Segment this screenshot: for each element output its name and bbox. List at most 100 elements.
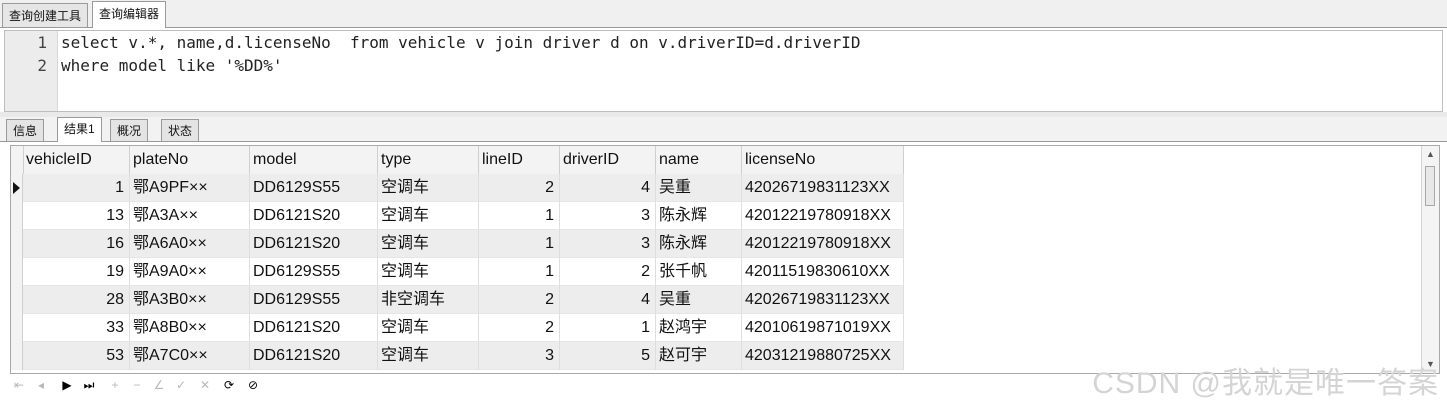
cell-name[interactable]: 陈永辉 (656, 230, 742, 258)
cell-type[interactable]: 空调车 (378, 202, 479, 230)
cell-name[interactable]: 陈永辉 (656, 202, 742, 230)
cell-name[interactable]: 张千帆 (656, 258, 742, 286)
cell-driverID[interactable]: 1 (560, 314, 656, 342)
cell-lineID[interactable]: 2 (479, 286, 560, 314)
cell-licenseNo[interactable]: 42011519830610XX (742, 258, 904, 286)
stop-icon[interactable]: ⊘ (244, 376, 262, 394)
cell-vehicleID[interactable]: 1 (23, 174, 130, 202)
sql-line[interactable]: select v.*, name,d.licenseNo from vehicl… (61, 33, 861, 52)
table-row[interactable]: 53 鄂A7C0×× DD6121S20 空调车 3 5 赵可宇 42031219880725… (11, 342, 904, 370)
cell-plateNo[interactable]: 鄂A8B0×× (130, 314, 250, 342)
table-row[interactable]: 19 鄂A9A0×× DD6129S55 空调车 1 2 张千帆 42011519830610… (11, 258, 904, 286)
table-row[interactable]: 33 鄂A8B0×× DD6121S20 空调车 2 1 赵鸿宇 42010619871019… (11, 314, 904, 342)
tab-query-editor[interactable]: 查询编辑器 (92, 1, 167, 28)
cell-licenseNo[interactable]: 42012219780918XX (742, 202, 904, 230)
cell-type[interactable]: 空调车 (378, 174, 479, 202)
cell-name[interactable]: 吴重 (656, 174, 742, 202)
tab-result-1[interactable]: 结果1 (57, 117, 102, 142)
cell-name[interactable]: 赵可宇 (656, 342, 742, 370)
sql-editor[interactable]: 1 2 select v.*, name,d.licenseNo from ve… (4, 30, 1443, 112)
cell-plateNo[interactable]: 鄂A7C0×× (130, 342, 250, 370)
row-indicator[interactable] (11, 174, 23, 202)
cell-licenseNo[interactable]: 42012219780918XX (742, 230, 904, 258)
cell-vehicleID[interactable]: 19 (23, 258, 130, 286)
delete-record-icon[interactable]: − (128, 376, 146, 394)
cell-driverID[interactable]: 4 (560, 286, 656, 314)
cell-driverID[interactable]: 2 (560, 258, 656, 286)
cell-vehicleID[interactable]: 53 (23, 342, 130, 370)
cell-type[interactable]: 空调车 (378, 258, 479, 286)
cell-driverID[interactable]: 3 (560, 202, 656, 230)
tab-profile[interactable]: 概况 (110, 119, 149, 141)
cell-vehicleID[interactable]: 28 (23, 286, 130, 314)
row-indicator[interactable] (11, 286, 23, 314)
refresh-icon[interactable]: ⟳ (220, 376, 238, 394)
cell-plateNo[interactable]: 鄂A6A0×× (130, 230, 250, 258)
cell-licenseNo[interactable]: 42026719831123XX (742, 286, 904, 314)
table-row[interactable]: 28 鄂A3B0×× DD6129S55 非空调车 2 4 吴重 42026719831123… (11, 286, 904, 314)
cell-model[interactable]: DD6121S20 (250, 314, 378, 342)
row-indicator[interactable] (11, 230, 23, 258)
column-header-model[interactable]: model (250, 146, 378, 174)
cell-type[interactable]: 空调车 (378, 342, 479, 370)
cell-licenseNo[interactable]: 42031219880725XX (742, 342, 904, 370)
cell-model[interactable]: DD6121S20 (250, 230, 378, 258)
cell-driverID[interactable]: 3 (560, 230, 656, 258)
cell-name[interactable]: 吴重 (656, 286, 742, 314)
scroll-up-icon[interactable]: ▲ (1422, 146, 1439, 163)
cell-driverID[interactable]: 4 (560, 174, 656, 202)
result-grid[interactable]: vehicleID plateNo model type lineID driverID n… (10, 145, 1440, 374)
next-record-icon[interactable]: ▶ (58, 376, 76, 394)
row-indicator[interactable] (11, 342, 23, 370)
cell-plateNo[interactable]: 鄂A9A0×× (130, 258, 250, 286)
cell-model[interactable]: DD6121S20 (250, 202, 378, 230)
edit-record-icon[interactable]: ∠ (150, 376, 168, 394)
cell-plateNo[interactable]: 鄂A3B0×× (130, 286, 250, 314)
cell-vehicleID[interactable]: 13 (23, 202, 130, 230)
cell-model[interactable]: DD6129S55 (250, 258, 378, 286)
column-header-plateNo[interactable]: plateNo (130, 146, 250, 174)
cell-type[interactable]: 非空调车 (378, 286, 479, 314)
row-indicator[interactable] (11, 202, 23, 230)
column-header-driverID[interactable]: driverID (560, 146, 656, 174)
column-header-lineID[interactable]: lineID (479, 146, 560, 174)
cell-model[interactable]: DD6129S55 (250, 174, 378, 202)
table-row[interactable]: 16 鄂A6A0×× DD6121S20 空调车 1 3 陈永辉 42012219780918… (11, 230, 904, 258)
cell-type[interactable]: 空调车 (378, 314, 479, 342)
column-header-type[interactable]: type (378, 146, 479, 174)
tab-info[interactable]: 信息 (6, 119, 45, 141)
cell-model[interactable]: DD6129S55 (250, 286, 378, 314)
row-indicator[interactable] (11, 314, 23, 342)
column-header-vehicleID[interactable]: vehicleID (23, 146, 130, 174)
last-record-icon[interactable]: ⏭ (80, 376, 98, 394)
cell-vehicleID[interactable]: 33 (23, 314, 130, 342)
cell-type[interactable]: 空调车 (378, 230, 479, 258)
table-row[interactable]: 13 鄂A3A×× DD6121S20 空调车 1 3 陈永辉 42012219780918X… (11, 202, 904, 230)
column-header-name[interactable]: name (656, 146, 742, 174)
row-indicator[interactable] (11, 258, 23, 286)
cancel-edit-icon[interactable]: ✕ (196, 376, 214, 394)
vertical-scrollbar[interactable]: ▲ ▼ (1421, 146, 1439, 373)
cell-lineID[interactable]: 2 (479, 314, 560, 342)
tab-status[interactable]: 状态 (161, 119, 200, 141)
cell-driverID[interactable]: 5 (560, 342, 656, 370)
prior-record-icon[interactable]: ◂ (32, 376, 50, 394)
cell-plateNo[interactable]: 鄂A9PF×× (130, 174, 250, 202)
first-record-icon[interactable]: ⇤ (10, 376, 28, 394)
cell-lineID[interactable]: 1 (479, 258, 560, 286)
cell-licenseNo[interactable]: 42010619871019XX (742, 314, 904, 342)
cell-vehicleID[interactable]: 16 (23, 230, 130, 258)
cell-plateNo[interactable]: 鄂A3A×× (130, 202, 250, 230)
cell-lineID[interactable]: 1 (479, 230, 560, 258)
table-row[interactable]: 1 鄂A9PF×× DD6129S55 空调车 2 4 吴重 42026719831123XX (11, 174, 904, 202)
insert-record-icon[interactable]: + (106, 376, 124, 394)
post-edit-icon[interactable]: ✓ (172, 376, 190, 394)
cell-licenseNo[interactable]: 42026719831123XX (742, 174, 904, 202)
cell-lineID[interactable]: 2 (479, 174, 560, 202)
cell-lineID[interactable]: 1 (479, 202, 560, 230)
cell-model[interactable]: DD6121S20 (250, 342, 378, 370)
column-header-licenseNo[interactable]: licenseNo (742, 146, 904, 174)
cell-lineID[interactable]: 3 (479, 342, 560, 370)
tab-query-builder[interactable]: 查询创建工具 (2, 3, 89, 27)
sql-line[interactable]: where model like '%DD%' (61, 56, 283, 75)
